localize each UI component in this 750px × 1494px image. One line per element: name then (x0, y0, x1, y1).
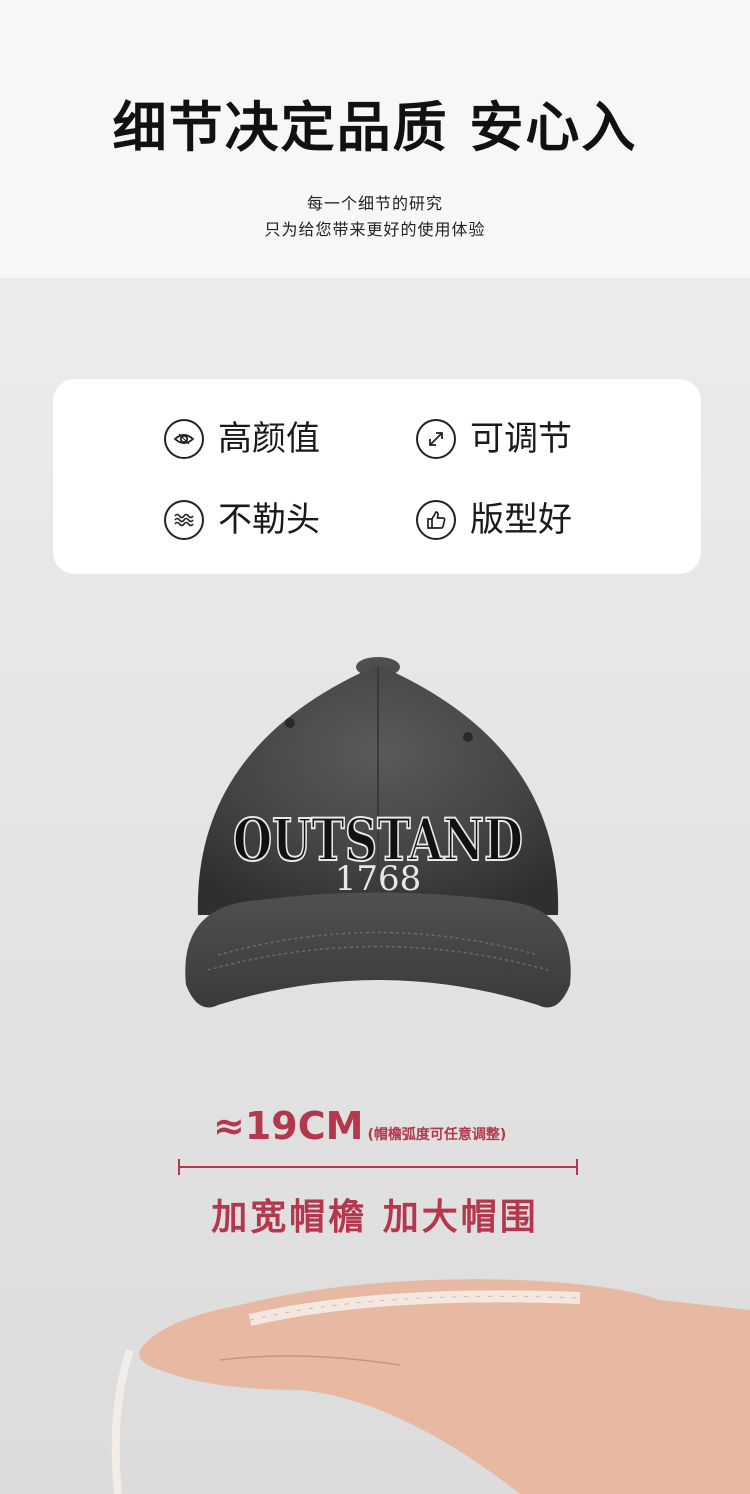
feature-label: 高颜值 (218, 419, 320, 459)
baseball-cap-image: OUTSTAND 1768 (185, 657, 571, 1008)
feature-label: 可调节 (470, 419, 572, 459)
cap-year-text: 1768 (335, 859, 422, 899)
feature-label: 不勒头 (218, 500, 320, 540)
page-title: 细节决定品质 安心入 (112, 95, 638, 159)
measurement-value: ≈19CM (213, 1104, 364, 1148)
subtitle-line-2: 只为给您带来更好的使用体验 (264, 220, 486, 239)
feature-adjustable: 可调节 (416, 419, 572, 459)
brim-measurement: ≈19CM (帽檐弧度可任意调整) (213, 1104, 506, 1148)
feature-not-tight: 不勒头 (164, 500, 320, 540)
measurement-note: (帽檐弧度可任意调整) (367, 1127, 507, 1143)
waves-icon (164, 500, 204, 540)
subtitle-line-1: 每一个细节的研究 (306, 194, 443, 213)
features-card (53, 379, 701, 574)
eye-icon (164, 419, 204, 459)
resize-arrows-icon (416, 419, 456, 459)
feature-label: 版型好 (470, 500, 572, 540)
product-detail-page: 细节决定品质 安心入 每一个细节的研究 只为给您带来更好的使用体验 高颜值 可调… (0, 0, 750, 1494)
brim-headline: 加宽帽檐 加大帽围 (211, 1197, 539, 1238)
measurement-ruler-line (178, 1159, 578, 1175)
thumbs-up-icon (416, 500, 456, 540)
hand-with-tape-measure-image (111, 1279, 750, 1494)
feature-good-looks: 高颜值 (164, 419, 320, 459)
feature-good-shape: 版型好 (416, 500, 572, 540)
header-section: 细节决定品质 安心入 每一个细节的研究 只为给您带来更好的使用体验 (0, 0, 750, 278)
